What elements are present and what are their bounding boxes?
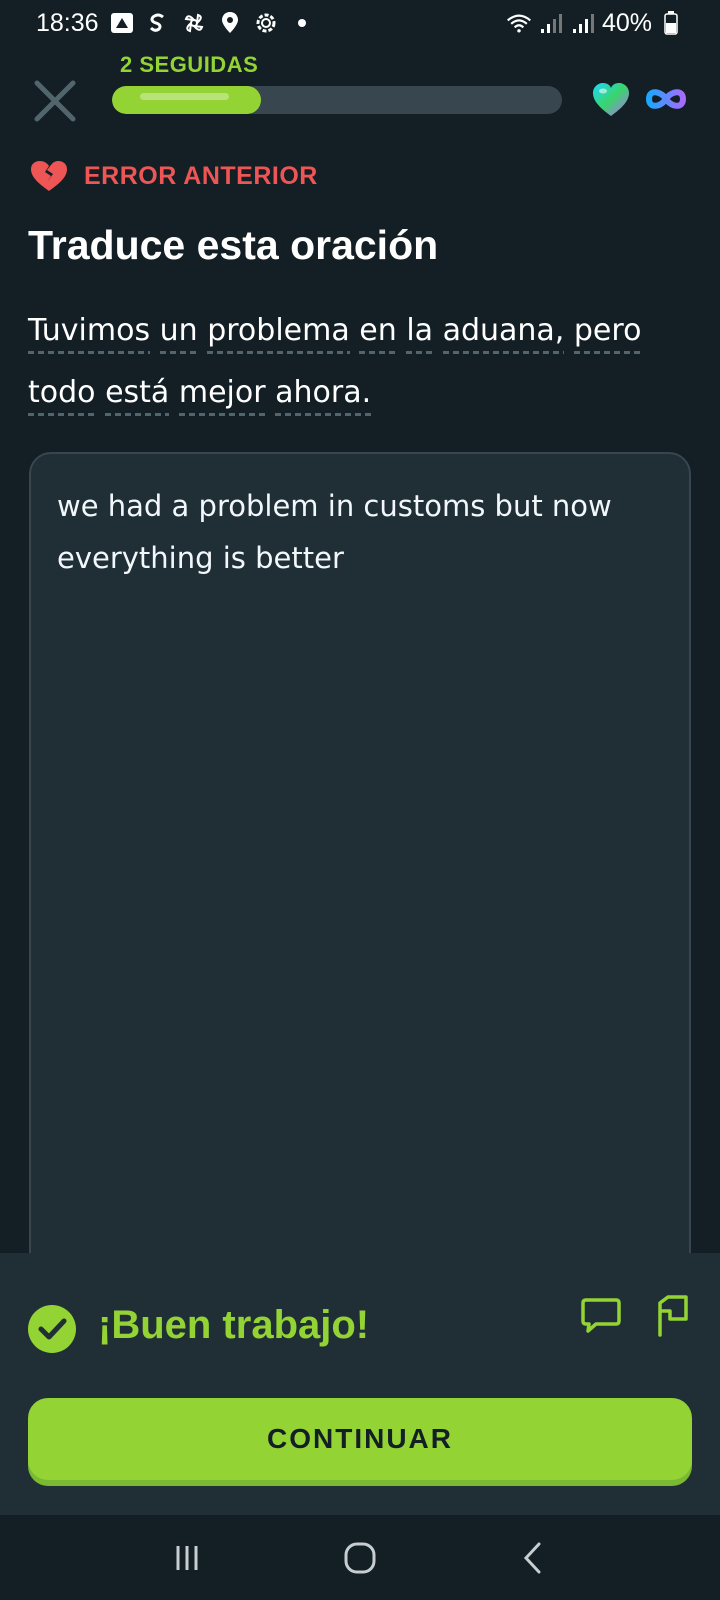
- answer-text[interactable]: we had a problem in customs but now ever…: [57, 480, 677, 584]
- status-right: 40%: [506, 9, 684, 38]
- screen: 18:36 40% 2 SEGUIDAS ERROR ANTERIOR Trad…: [0, 0, 720, 1600]
- broken-heart-icon: [31, 161, 67, 191]
- notification-icon: [109, 10, 135, 36]
- comment-icon[interactable]: [580, 1297, 622, 1335]
- close-icon[interactable]: [30, 76, 80, 126]
- flag-icon[interactable]: [652, 1293, 690, 1337]
- pinwheel-icon: [181, 10, 207, 36]
- status-bar: 18:36 40%: [0, 0, 720, 46]
- status-time: 18:36: [36, 8, 99, 37]
- signal-icon-1: [538, 10, 564, 36]
- prompt-word[interactable]: todo: [28, 375, 96, 416]
- battery-percent: 40%: [601, 8, 652, 37]
- exercise-title: Traduce esta oración: [28, 222, 439, 268]
- heart-icon[interactable]: [592, 82, 630, 118]
- prompt-word[interactable]: mejor: [178, 375, 266, 416]
- streak-label: 2 SEGUIDAS: [120, 52, 259, 77]
- feedback-title: ¡Buen trabajo!: [98, 1303, 370, 1347]
- prompt-word[interactable]: pero: [573, 313, 642, 354]
- battery-icon: [658, 10, 684, 36]
- answer-textarea-container[interactable]: we had a problem in customs but now ever…: [29, 452, 691, 1352]
- lesson-progress-bar: [112, 86, 562, 114]
- status-left: 18:36: [36, 9, 315, 38]
- prompt-word[interactable]: un: [159, 313, 198, 354]
- signal-icon-2: [570, 10, 596, 36]
- feedback-panel: ¡Buen trabajo! CONTINUAR: [0, 1253, 720, 1515]
- prompt-word[interactable]: está: [105, 375, 170, 416]
- prompt-word[interactable]: en: [359, 313, 397, 354]
- home-icon[interactable]: [330, 1533, 390, 1583]
- prompt-line-1: Tuvimos un problema en la aduana, pero: [28, 300, 688, 362]
- s-app-icon: [145, 10, 171, 36]
- location-icon: [217, 10, 243, 36]
- prompt-line-2: todo está mejor ahora.: [28, 362, 688, 424]
- prompt-word[interactable]: Tuvimos: [28, 313, 151, 354]
- back-icon[interactable]: [503, 1533, 563, 1583]
- progress-fill: [112, 86, 261, 114]
- prompt-word[interactable]: ahora.: [275, 375, 372, 416]
- prompt-word[interactable]: aduana,: [442, 313, 565, 354]
- prompt-sentence: Tuvimos un problema en la aduana, pero t…: [28, 300, 688, 424]
- prompt-word[interactable]: problema: [207, 313, 350, 354]
- previous-error-label: ERROR ANTERIOR: [84, 161, 318, 190]
- recent-apps-icon[interactable]: [157, 1533, 217, 1583]
- progress-shine: [140, 93, 230, 100]
- check-circle-icon: [28, 1305, 76, 1353]
- previous-error-banner: ERROR ANTERIOR: [30, 160, 318, 192]
- dot-icon: [289, 10, 315, 36]
- continue-button[interactable]: CONTINUAR: [28, 1398, 692, 1480]
- prompt-word[interactable]: la: [406, 313, 434, 354]
- lesson-header: 2 SEGUIDAS: [0, 46, 720, 136]
- system-nav-bar: [0, 1515, 720, 1600]
- infinity-icon: [645, 86, 687, 112]
- settings-gear-icon: [253, 10, 279, 36]
- wifi-icon: [506, 10, 532, 36]
